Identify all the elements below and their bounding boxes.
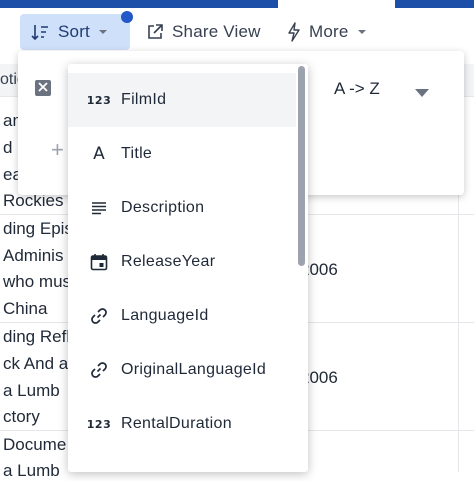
sort-icon [30, 22, 50, 42]
field-option-languageid[interactable]: LanguageId [68, 289, 296, 343]
grid-cell: Adminis [3, 246, 64, 265]
grid-cell: Docume [3, 435, 67, 454]
grid-cell: a Lumb [3, 461, 60, 480]
sort-direction-value: A -> Z [334, 79, 380, 98]
field-dropdown: 123 FilmId A Title Description ReleaseYe… [68, 64, 308, 472]
chevron-down-icon [98, 27, 108, 37]
share-icon [146, 23, 164, 41]
sort-button-label: Sort [58, 22, 90, 41]
link-icon [88, 359, 110, 381]
sort-button[interactable]: Sort [20, 14, 130, 50]
field-option-label: Description [121, 199, 205, 216]
dropdown-scrollbar[interactable] [297, 64, 305, 472]
text-icon: A [93, 144, 105, 164]
field-option-label: FilmId [121, 91, 167, 108]
field-option-releaseyear[interactable]: ReleaseYear [68, 235, 296, 289]
share-view-label: Share View [172, 22, 261, 41]
add-sort-button[interactable]: + [51, 137, 64, 163]
number-icon: 123 [86, 417, 112, 431]
sort-direction-select[interactable]: A -> Z [320, 63, 452, 115]
caret-down-icon [415, 85, 429, 103]
header-bar-edge-right [395, 0, 474, 8]
field-option-label: Title [121, 145, 153, 162]
field-option-originallanguageid[interactable]: OriginalLanguageId [68, 343, 296, 397]
grid-cell: China [3, 299, 48, 318]
chevron-down-icon [357, 27, 367, 37]
field-option-rentalduration[interactable]: 123 RentalDuration [68, 397, 296, 451]
scrollbar-thumb[interactable] [298, 66, 305, 266]
grid-cell: ding Epis [3, 219, 73, 238]
share-view-button[interactable]: Share View [146, 14, 261, 50]
close-icon [38, 79, 48, 97]
grid-cell: ck And a [3, 354, 69, 373]
field-option-label: RentalDuration [121, 415, 232, 432]
field-option-description[interactable]: Description [68, 181, 296, 235]
long-text-icon [88, 197, 110, 219]
more-button[interactable]: More [287, 14, 367, 50]
remove-sort-button[interactable] [35, 80, 51, 96]
field-option-title[interactable]: A Title [68, 127, 296, 181]
field-option-label: LanguageId [121, 307, 209, 324]
lightning-icon [287, 22, 301, 42]
number-icon: 123 [86, 93, 112, 107]
header-bar-edge [0, 0, 278, 8]
grid-cell: a Lumb [3, 381, 60, 400]
field-option-filmid[interactable]: 123 FilmId [68, 73, 296, 127]
grid-cell: who must [3, 272, 76, 291]
more-label: More [309, 22, 349, 41]
grid-cell: ctory [3, 407, 40, 426]
sort-active-badge [121, 11, 133, 23]
field-option-label: ReleaseYear [121, 253, 216, 270]
calendar-icon [88, 251, 110, 273]
field-option-label: OriginalLanguageId [121, 361, 267, 378]
link-icon [88, 305, 110, 327]
